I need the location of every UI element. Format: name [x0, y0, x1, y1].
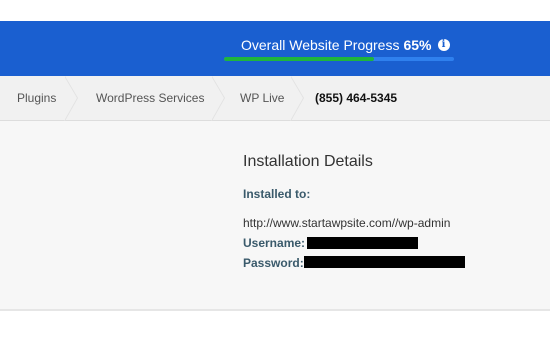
breadcrumb-separator-icon [211, 76, 225, 121]
progress-header: Overall Website Progress 65% i [0, 21, 550, 76]
installed-to-label: Installed to: [243, 187, 311, 201]
breadcrumb-item-wordpress-services[interactable]: WordPress Services [96, 76, 204, 121]
progress-label: Overall Website Progress [241, 37, 400, 53]
breadcrumb-item-wp-live[interactable]: WP Live [240, 76, 284, 121]
username-label: Username: [243, 236, 306, 250]
username-redacted-value [307, 237, 418, 249]
breadcrumb-item-plugins[interactable]: Plugins [17, 76, 56, 121]
installation-url[interactable]: http://www.startawpsite.com//wp-admin [243, 216, 450, 230]
progress-title: Overall Website Progress 65% i [241, 37, 450, 53]
info-icon[interactable]: i [437, 39, 450, 51]
top-strip [0, 0, 550, 21]
breadcrumb: Plugins WordPress Services WP Live (855)… [0, 76, 550, 121]
progress-bar-fill [224, 57, 374, 61]
password-redacted-value [304, 256, 465, 268]
installation-details-panel: Installation Details Installed to: http:… [0, 121, 550, 311]
breadcrumb-separator-icon [64, 76, 78, 121]
breadcrumb-separator-icon [290, 76, 304, 121]
progress-percent: 65% [403, 37, 432, 53]
support-phone-number[interactable]: (855) 464-5345 [315, 76, 397, 121]
installation-details-title: Installation Details [243, 153, 373, 170]
password-label: Password: [243, 256, 304, 270]
progress-bar [224, 57, 454, 61]
